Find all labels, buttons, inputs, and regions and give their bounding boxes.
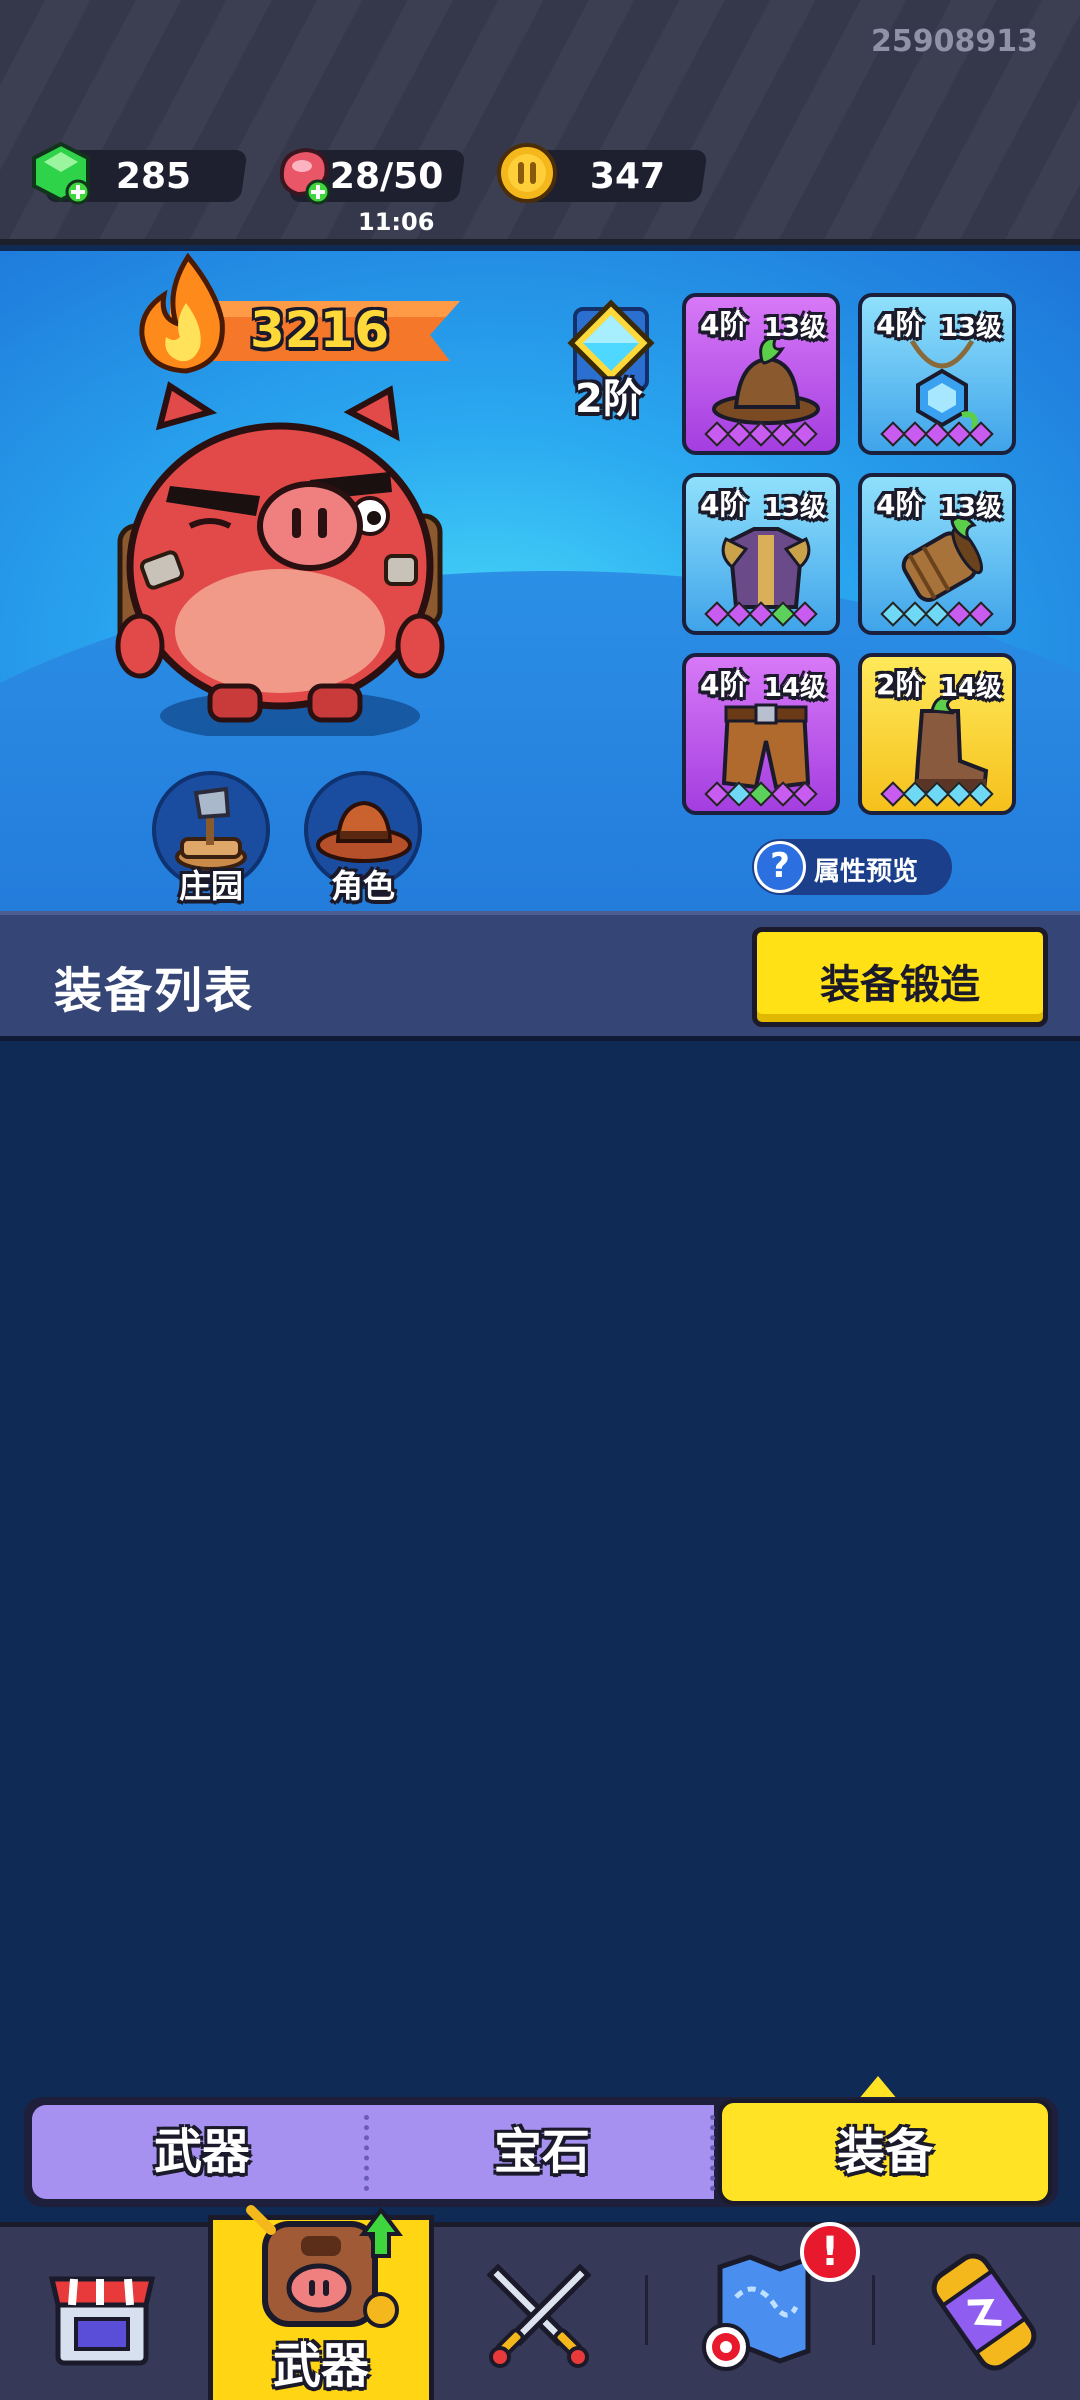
- power-value: 3216: [250, 301, 390, 359]
- slot-stage: 2阶: [876, 668, 924, 701]
- slot-stage: 4阶: [876, 308, 924, 341]
- equipment-slot[interactable]: 4阶 13级: [682, 473, 840, 635]
- gem-icon: [792, 781, 818, 807]
- hero-panel: 3216 庄园 角色 2阶 4阶 13级 4阶 13级 4阶 13级 4阶 13…: [0, 251, 1080, 911]
- list-title: 装备列表: [54, 963, 255, 1019]
- forge-label: 装备锻造: [820, 962, 980, 1008]
- crossed-swords-icon: [486, 2263, 592, 2368]
- equipment-slot[interactable]: 4阶 13级: [858, 473, 1016, 635]
- player-id: 25908913: [871, 24, 1038, 59]
- character-button[interactable]: 角色: [304, 771, 422, 905]
- nav-battle[interactable]: [436, 2227, 636, 2400]
- gem-icon: [968, 601, 994, 627]
- slot-gems: [862, 421, 1012, 447]
- nav-summon[interactable]: [880, 2227, 1080, 2400]
- slot-level: 14级: [763, 673, 826, 703]
- fire-icon: [139, 252, 225, 374]
- slot-gems: [686, 781, 836, 807]
- slot-level: 13级: [763, 313, 826, 343]
- equipment-slot[interactable]: 4阶 13级: [858, 293, 1016, 455]
- green-gem-icon: [32, 141, 91, 205]
- gem-count: 285: [115, 156, 192, 197]
- meat-icon: [279, 147, 331, 205]
- slot-level: 13级: [939, 493, 1002, 523]
- tab-equipment-label: 装备: [836, 2124, 933, 2180]
- slot-level: 13级: [763, 493, 826, 523]
- nav-weapons-label: 武器: [272, 2338, 369, 2394]
- sub-tab-bar: 武器 宝石 装备: [24, 2097, 1058, 2207]
- farm-label: 庄园: [178, 867, 243, 905]
- energy-timer: 11:06: [358, 208, 435, 236]
- attr-preview-label: 属性预览: [814, 857, 919, 887]
- slot-level: 13级: [939, 313, 1002, 343]
- slot-stage: 4阶: [700, 308, 748, 341]
- coin-count: 347: [589, 156, 666, 197]
- capsule-icon: [931, 2253, 1037, 2371]
- tier-label: 2阶: [575, 376, 643, 422]
- equipment-slot[interactable]: 4阶 13级: [682, 293, 840, 455]
- gem-icon: [792, 601, 818, 627]
- slot-gems: [686, 421, 836, 447]
- energy-count: 28/50: [329, 156, 444, 197]
- tab-equipment[interactable]: 装备: [718, 2099, 1052, 2205]
- slot-stage: 4阶: [700, 668, 748, 701]
- nav-weapons[interactable]: 武器: [208, 2205, 434, 2400]
- slot-gems: [862, 601, 1012, 627]
- gem-icon: [968, 421, 994, 447]
- gem-icon: [968, 781, 994, 807]
- attr-preview-button[interactable]: ? 属性预览: [752, 839, 952, 895]
- farm-button[interactable]: 庄园: [152, 771, 270, 905]
- forge-button[interactable]: 装备锻造: [752, 927, 1048, 1027]
- top-resource-bar: 25908913 285 28/50 11:06 347: [0, 0, 1080, 245]
- hero-pig-character[interactable]: [100, 376, 460, 736]
- slot-level: 14级: [939, 673, 1002, 703]
- coin-icon: [497, 143, 557, 203]
- equipment-list-area: [0, 1041, 1080, 2091]
- slot-stage: 4阶: [700, 488, 748, 521]
- slot-gems: [862, 781, 1012, 807]
- character-label: 角色: [330, 867, 395, 905]
- bottom-nav: [0, 2222, 1080, 2400]
- alert-badge: !: [800, 2222, 860, 2282]
- slot-stage: 4阶: [876, 488, 924, 521]
- tab-weapons[interactable]: 武器: [32, 2105, 372, 2199]
- nav-shop[interactable]: [0, 2227, 205, 2400]
- shop-icon: [48, 2276, 156, 2366]
- slot-gems: [686, 601, 836, 627]
- tab-weapons-label: 武器: [153, 2124, 250, 2180]
- equipment-slot[interactable]: 4阶 14级: [682, 653, 840, 815]
- equipment-list-header: 装备列表 装备锻造: [0, 911, 1080, 1041]
- tab-gems[interactable]: 宝石: [370, 2105, 714, 2199]
- gem-icon: [792, 421, 818, 447]
- tab-gems-label: 宝石: [493, 2124, 590, 2180]
- equipment-slot[interactable]: 2阶 14级: [858, 653, 1016, 815]
- question-icon: ?: [754, 841, 806, 893]
